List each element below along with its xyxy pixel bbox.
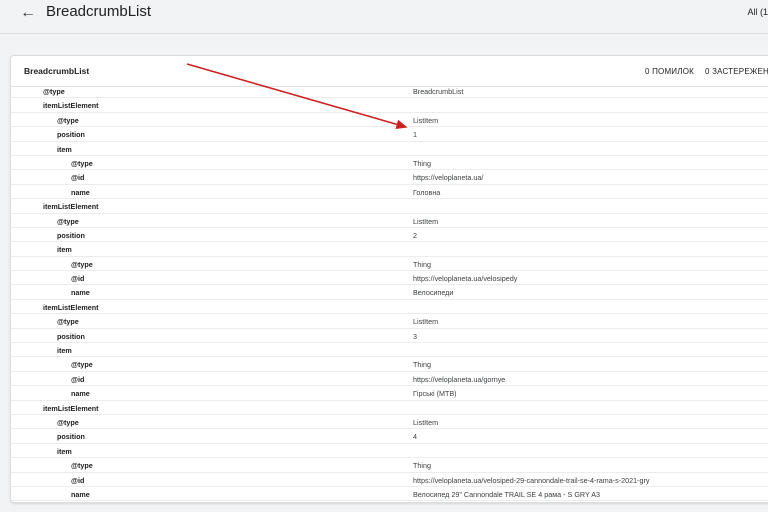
warnings-count: 0 ЗАСТЕРЕЖЕН: [705, 67, 768, 76]
property-key: @type: [71, 259, 93, 269]
card-title: BreadcrumbList: [24, 66, 90, 76]
property-key: name: [71, 187, 90, 197]
property-key: @id: [71, 274, 85, 284]
property-value: Гірські (MTB): [413, 389, 457, 399]
property-value: BreadcrumbList: [413, 87, 464, 96]
property-key: @type: [71, 360, 93, 370]
property-key: item: [57, 144, 72, 154]
card-header: BreadcrumbList 0 ПОМИЛОК 0 ЗАСТЕРЕЖЕН: [11, 56, 768, 87]
table-row: @type Thing: [11, 357, 768, 372]
property-key: name: [71, 389, 90, 399]
table-row: @type Thing: [11, 156, 768, 171]
filter-dropdown[interactable]: All (1: [743, 7, 768, 17]
table-row: @type Thing: [11, 458, 768, 473]
table-row: @type Thing: [11, 257, 768, 272]
property-key: position: [57, 130, 85, 140]
property-table: @type BreadcrumbList itemListElement @type L…: [11, 84, 768, 502]
table-row: @id https://veloplaneta.ua/velosipedy: [11, 271, 768, 286]
property-key: item: [57, 346, 72, 356]
property-value: Thing: [413, 461, 431, 471]
property-key: @type: [57, 317, 79, 327]
property-value: 1: [413, 130, 417, 140]
property-key: itemListElement: [43, 302, 99, 312]
property-key: @id: [71, 475, 85, 485]
property-value: 3: [413, 331, 417, 341]
property-key: @type: [71, 158, 93, 168]
errors-count: 0 ПОМИЛОК: [645, 67, 694, 76]
property-key: @type: [43, 87, 65, 96]
table-row: itemListElement: [11, 199, 768, 214]
table-row: itemListElement: [11, 401, 768, 415]
table-row: name Головна: [11, 185, 768, 200]
property-value: 2: [413, 230, 417, 240]
table-row: position 4: [11, 429, 768, 444]
structured-data-card: BreadcrumbList 0 ПОМИЛОК 0 ЗАСТЕРЕЖЕН @t…: [10, 55, 768, 503]
property-value: ListItem: [413, 115, 439, 125]
property-key: position: [57, 331, 85, 341]
property-value: ListItem: [413, 216, 439, 226]
table-row: item: [11, 343, 768, 358]
table-row: @type ListItem: [11, 415, 768, 430]
table-row: @type BreadcrumbList: [11, 84, 768, 99]
property-value: Thing: [413, 259, 431, 269]
property-key: position: [57, 230, 85, 240]
property-key: name: [71, 288, 90, 298]
table-row: position 1: [11, 127, 768, 142]
property-value: Велосипед 29" Cannondale TRAIL SE 4 рама…: [413, 489, 601, 499]
property-key: @type: [57, 417, 79, 427]
property-value: Thing: [413, 158, 431, 168]
property-key: @type: [57, 216, 79, 226]
page-title: BreadcrumbList: [46, 3, 152, 20]
table-row: name Велосипеди: [11, 285, 768, 300]
property-key: name: [71, 489, 90, 499]
property-key: itemListElement: [43, 403, 99, 413]
property-value: Велосипеди: [413, 288, 454, 298]
back-arrow-icon[interactable]: ←: [18, 3, 38, 23]
property-value: ListItem: [413, 317, 439, 327]
property-value: Головна: [413, 187, 441, 197]
table-row: position 3: [11, 329, 768, 344]
property-value: https://veloplaneta.ua/gornye: [413, 374, 506, 384]
table-row: item: [11, 142, 768, 156]
property-value: https://veloplaneta.ua/velosipedy: [413, 274, 518, 284]
property-key: itemListElement: [43, 202, 99, 212]
table-row: @type ListItem: [11, 314, 768, 329]
table-row: @type ListItem: [11, 214, 768, 228]
property-value: https://veloplaneta.ua/velosiped-29-cann…: [413, 475, 650, 485]
table-row: @id https://veloplaneta.ua/: [11, 170, 768, 185]
property-key: @id: [71, 374, 85, 384]
table-row: position 2: [11, 228, 768, 243]
property-value: 4: [413, 432, 417, 442]
table-row: itemListElement: [11, 98, 768, 113]
property-value: https://veloplaneta.ua/: [413, 173, 484, 183]
property-value: ListItem: [413, 417, 439, 427]
table-row: @id https://veloplaneta.ua/gornye: [11, 372, 768, 387]
property-key: item: [57, 245, 72, 255]
table-row: item: [11, 444, 768, 459]
table-row: name Гірські (MTB): [11, 386, 768, 401]
table-row: itemListElement: [11, 300, 768, 315]
top-bar: ← BreadcrumbList All (1: [0, 0, 768, 30]
property-value: Thing: [413, 360, 431, 370]
table-row: @id https://veloplaneta.ua/velosiped-29-c…: [11, 473, 768, 487]
table-row: name Велосипед 29" Cannondale TRAIL SE 4 …: [11, 487, 768, 502]
property-key: @type: [57, 115, 79, 125]
table-row: @type ListItem: [11, 113, 768, 128]
property-key: @id: [71, 173, 85, 183]
table-row: item: [11, 242, 768, 257]
property-key: item: [57, 446, 72, 456]
property-key: @type: [71, 461, 93, 471]
property-key: itemListElement: [43, 101, 99, 111]
top-divider: [0, 33, 768, 34]
property-key: position: [57, 432, 85, 442]
